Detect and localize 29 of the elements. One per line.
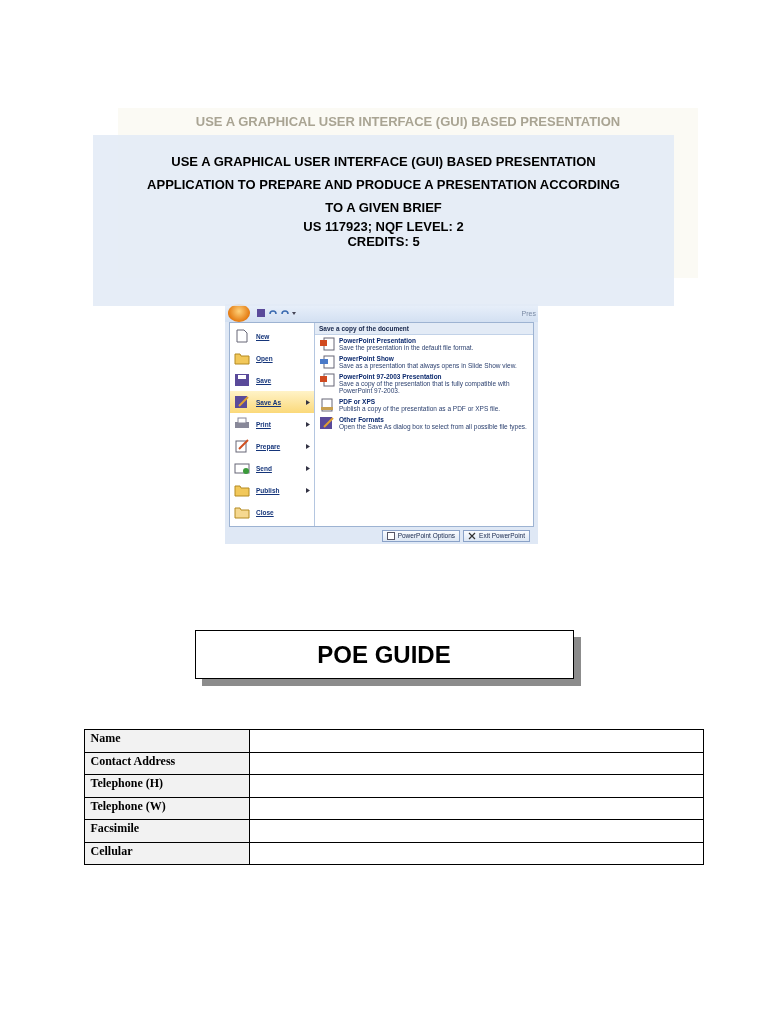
document-icon (319, 337, 335, 351)
meta-line: CREDITS: 5 (347, 234, 420, 249)
title-line: USE A GRAPHICAL USER INTERFACE (GUI) BASED PRESENTATION (171, 153, 596, 171)
ghost-title: USE A GRAPHICAL USER INTERFACE (GUI) BASED PRESENTATION (195, 114, 621, 129)
field-label: Telephone (W) (84, 797, 250, 819)
field-label: Cellular (84, 842, 250, 864)
options-icon (386, 531, 395, 540)
folder-icon (234, 483, 250, 497)
folder-icon (234, 351, 250, 365)
floppy-pencil-icon (234, 395, 250, 409)
floppy-pencil-icon (319, 416, 335, 430)
close-icon (468, 531, 477, 540)
field-label: Facsimile (84, 820, 250, 842)
field-label: Telephone (H) (84, 775, 250, 797)
document-icon (319, 398, 335, 412)
page-icon (234, 329, 250, 343)
field-label: Contact Address (84, 752, 250, 774)
printer-icon (234, 417, 250, 431)
meta-line: US 117923; NQF LEVEL: 2 (303, 219, 464, 234)
document-icon (319, 373, 335, 387)
title-line: TO A GIVEN BRIEF (325, 199, 442, 217)
envelope-icon (234, 461, 250, 475)
document-pencil-icon (234, 439, 250, 453)
field-label: Name (84, 730, 250, 752)
quick-access-icons[interactable] (256, 308, 296, 318)
floppy-icon (234, 373, 250, 387)
title-line: APPLICATION TO PREPARE AND PRODUCE A PRESENTATION ACCORDING (147, 176, 620, 194)
slideshow-icon (319, 355, 335, 369)
folder-icon (234, 505, 250, 519)
